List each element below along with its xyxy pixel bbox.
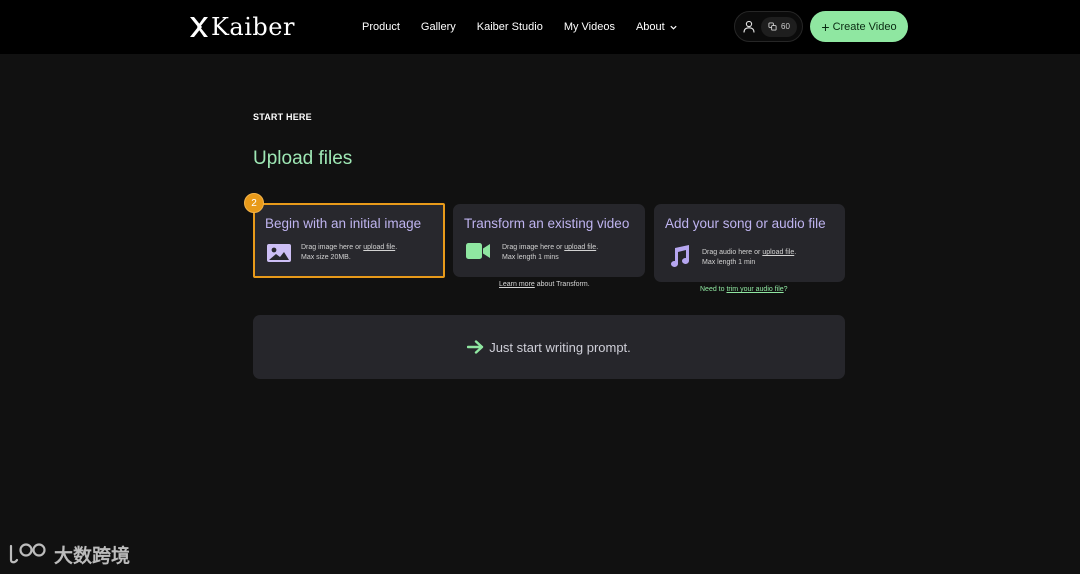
start-prompt-button[interactable]: Just start writing prompt. [253, 315, 845, 379]
upload-file-link[interactable]: upload file [363, 244, 395, 251]
credits-icon [768, 22, 777, 31]
kaiber-logo-icon [190, 17, 208, 37]
initial-image-card-title: Begin with an initial image [265, 216, 422, 231]
audio-hint-suffix: . [794, 249, 797, 256]
transform-helper-text: Learn more about Transform. [499, 281, 590, 288]
watermark-logo-icon [9, 543, 46, 564]
initial-image-hint-suffix: . [395, 244, 398, 251]
nav-gallery-label: Gallery [420, 21, 456, 33]
transform-video-card-title: Transform an existing video [464, 216, 630, 231]
nav-my-videos-label: My Videos [563, 21, 615, 33]
credits-badge: 60 [761, 16, 797, 37]
transform-video-card-hint: Drag image here or upload file. Max leng… [502, 243, 598, 263]
start-prompt-label: Just start writing prompt. [489, 339, 631, 355]
video-camera-icon [466, 243, 490, 259]
trim-audio-link[interactable]: trim your audio file [726, 286, 783, 293]
user-icon[interactable] [743, 20, 755, 33]
nav-my-videos[interactable]: My Videos [564, 21, 615, 33]
audio-file-card-title: Add your song or audio file [665, 216, 826, 231]
create-video-button[interactable]: + Create Video [810, 11, 908, 42]
main-nav: Product Gallery Kaiber Studio My Videos … [362, 17, 678, 37]
nav-about-label: About [635, 21, 665, 33]
trim-helper-suffix: ? [783, 286, 788, 293]
initial-image-card[interactable]: Begin with an initial image Drag image h… [253, 203, 445, 278]
initial-image-hint-text: Drag image here or [301, 244, 364, 251]
credits-count: 60 [781, 22, 790, 31]
page-title: Upload files [253, 148, 353, 169]
learn-more-link[interactable]: Learn more [499, 281, 535, 288]
nav-about[interactable]: About [636, 21, 678, 33]
nav-product-label: Product [362, 21, 400, 33]
initial-image-max-size: Max size 20MB. [301, 254, 351, 261]
kaiber-logo[interactable]: Kaiber [189, 13, 295, 41]
upload-video-link[interactable]: upload file [564, 244, 596, 251]
create-video-label: Create Video [832, 20, 897, 33]
transform-video-hint-text: Drag image here or [502, 244, 565, 251]
top-nav-bar: Kaiber Product Gallery Kaiber Studio My … [0, 0, 1080, 54]
nav-product[interactable]: Product [362, 21, 400, 33]
arrow-right-icon [467, 340, 484, 354]
transform-video-max-length: Max length 1 mins [502, 254, 559, 261]
nav-gallery[interactable]: Gallery [421, 21, 456, 33]
watermark: 大数跨境 [8, 540, 130, 568]
audio-file-card[interactable]: Add your song or audio file Drag audio h… [654, 204, 845, 282]
logo-text: Kaiber [211, 13, 295, 41]
nav-kaiber-studio-label: Kaiber Studio [476, 21, 543, 33]
audio-file-card-hint: Drag audio here or upload file. Max leng… [702, 248, 796, 268]
transform-video-hint-suffix: . [596, 244, 599, 251]
upload-audio-link[interactable]: upload file [762, 249, 794, 256]
plus-icon: + [821, 18, 830, 35]
audio-hint-text: Drag audio here or [702, 249, 763, 256]
step-badge: 2 [244, 193, 264, 213]
account-credits[interactable]: 60 [734, 11, 803, 42]
transform-helper-suffix: about Transform. [534, 281, 590, 288]
music-note-icon [671, 245, 689, 267]
nav-kaiber-studio[interactable]: Kaiber Studio [477, 21, 543, 33]
initial-image-card-hint: Drag image here or upload file. Max size… [301, 243, 397, 263]
trim-helper-prefix: Need to [700, 286, 727, 293]
section-eyebrow: START HERE [253, 112, 312, 122]
image-icon [267, 244, 291, 262]
transform-video-card[interactable]: Transform an existing video Drag image h… [453, 204, 645, 277]
watermark-text: 大数跨境 [54, 545, 131, 567]
audio-max-length: Max length 1 min [702, 259, 756, 266]
chevron-down-icon [670, 25, 677, 30]
trim-audio-helper: Need to trim your audio file? [700, 286, 788, 293]
